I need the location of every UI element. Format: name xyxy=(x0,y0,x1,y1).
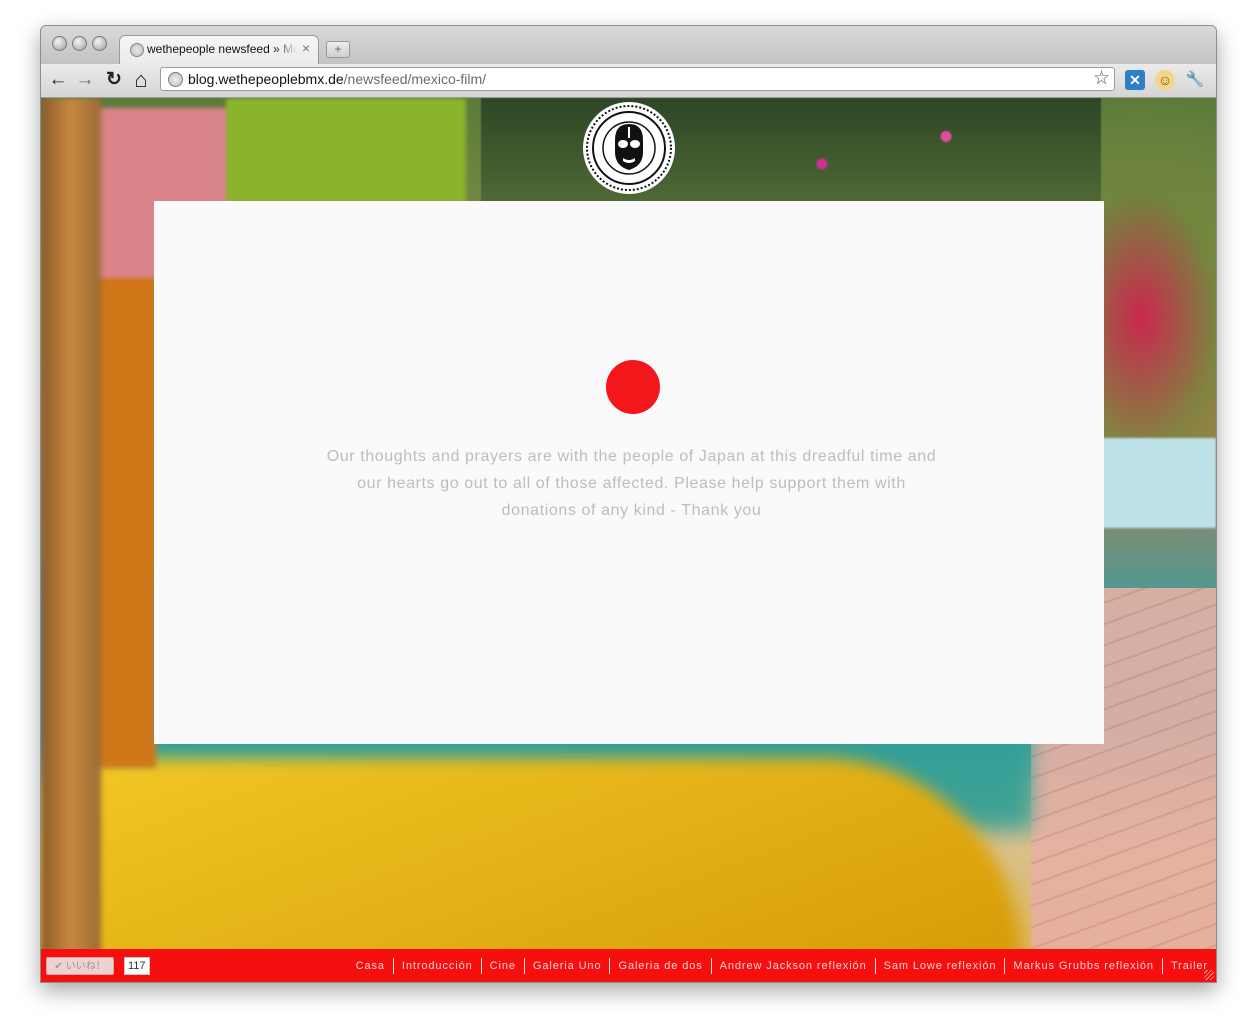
background-foliage xyxy=(481,98,1101,208)
nav-link-galeria-uno[interactable]: Galeria Uno xyxy=(525,958,611,974)
nav-link-galeria-de-dos[interactable]: Galeria de dos xyxy=(610,958,712,974)
wethepeople-mexico-logo[interactable] xyxy=(581,100,677,196)
globe-icon xyxy=(130,43,144,57)
nav-link-markus-grubbs[interactable]: Markus Grubbs reflexión xyxy=(1005,958,1163,974)
minimize-window-button[interactable] xyxy=(72,36,87,51)
browser-window: wethepeople newsfeed » Mexico Film × + ←… xyxy=(40,25,1217,983)
like-button[interactable]: ✔ いいね！ xyxy=(46,957,114,975)
url-path: /newsfeed/mexico-film/ xyxy=(343,71,487,87)
footer-nav: Casa Introducción Cine Galeria Uno Galer… xyxy=(348,958,1210,974)
tab-title: wethepeople newsfeed » Mexico Film xyxy=(147,42,297,56)
url-host: blog.wethepeoplebmx.de xyxy=(188,71,344,87)
address-bar[interactable]: blog.wethepeoplebmx.de/newsfeed/mexico-f… xyxy=(160,67,1115,91)
browser-tab[interactable]: wethepeople newsfeed » Mexico Film × xyxy=(119,35,319,64)
zoom-window-button[interactable] xyxy=(92,36,107,51)
background-yellow-block xyxy=(41,758,1021,978)
resize-handle-icon[interactable] xyxy=(1204,970,1214,980)
nav-link-introduccion[interactable]: Introducción xyxy=(394,958,482,974)
bookmark-star-icon[interactable]: ☆ xyxy=(1093,68,1110,90)
back-icon[interactable]: ← xyxy=(46,68,70,92)
background-bench xyxy=(1101,438,1216,528)
home-icon[interactable]: ⌂ xyxy=(129,68,153,92)
japan-red-circle xyxy=(606,360,660,414)
nav-link-casa[interactable]: Casa xyxy=(348,958,394,974)
tab-strip: wethepeople newsfeed » Mexico Film × + xyxy=(41,26,1216,64)
nav-link-cine[interactable]: Cine xyxy=(482,958,525,974)
new-tab-button[interactable]: + xyxy=(326,41,350,58)
globe-icon xyxy=(168,72,183,87)
nav-link-sam-lowe[interactable]: Sam Lowe reflexión xyxy=(876,958,1006,974)
url-text[interactable]: blog.wethepeoplebmx.de/newsfeed/mexico-f… xyxy=(188,71,486,87)
close-window-button[interactable] xyxy=(52,36,67,51)
nav-link-trailer[interactable]: Trailer xyxy=(1163,958,1210,974)
footer-bar: ✔ いいね！ 117 Casa Introducción Cine Galeri… xyxy=(41,949,1216,982)
reload-icon[interactable]: ↻ xyxy=(102,68,126,92)
background-green-post xyxy=(226,98,466,203)
japan-support-message: Our thoughts and prayers are with the pe… xyxy=(326,448,937,519)
background-wood-post xyxy=(41,98,101,982)
message-panel: Our thoughts and prayers are with the pe… xyxy=(154,201,1104,744)
extension-cookie-icon[interactable]: ☺ xyxy=(1155,70,1175,90)
page-viewport: Our thoughts and prayers are with the pe… xyxy=(41,98,1216,982)
wrench-icon[interactable]: 🔧 xyxy=(1185,70,1205,90)
close-tab-icon[interactable]: × xyxy=(302,40,310,56)
browser-toolbar: ← → ↻ ⌂ blog.wethepeoplebmx.de/newsfeed/… xyxy=(41,64,1216,98)
nav-link-andrew-jackson[interactable]: Andrew Jackson reflexión xyxy=(712,958,876,974)
like-count: 117 xyxy=(124,957,150,975)
forward-icon[interactable]: → xyxy=(73,68,97,92)
extension-x-icon[interactable]: ✕ xyxy=(1125,70,1145,90)
